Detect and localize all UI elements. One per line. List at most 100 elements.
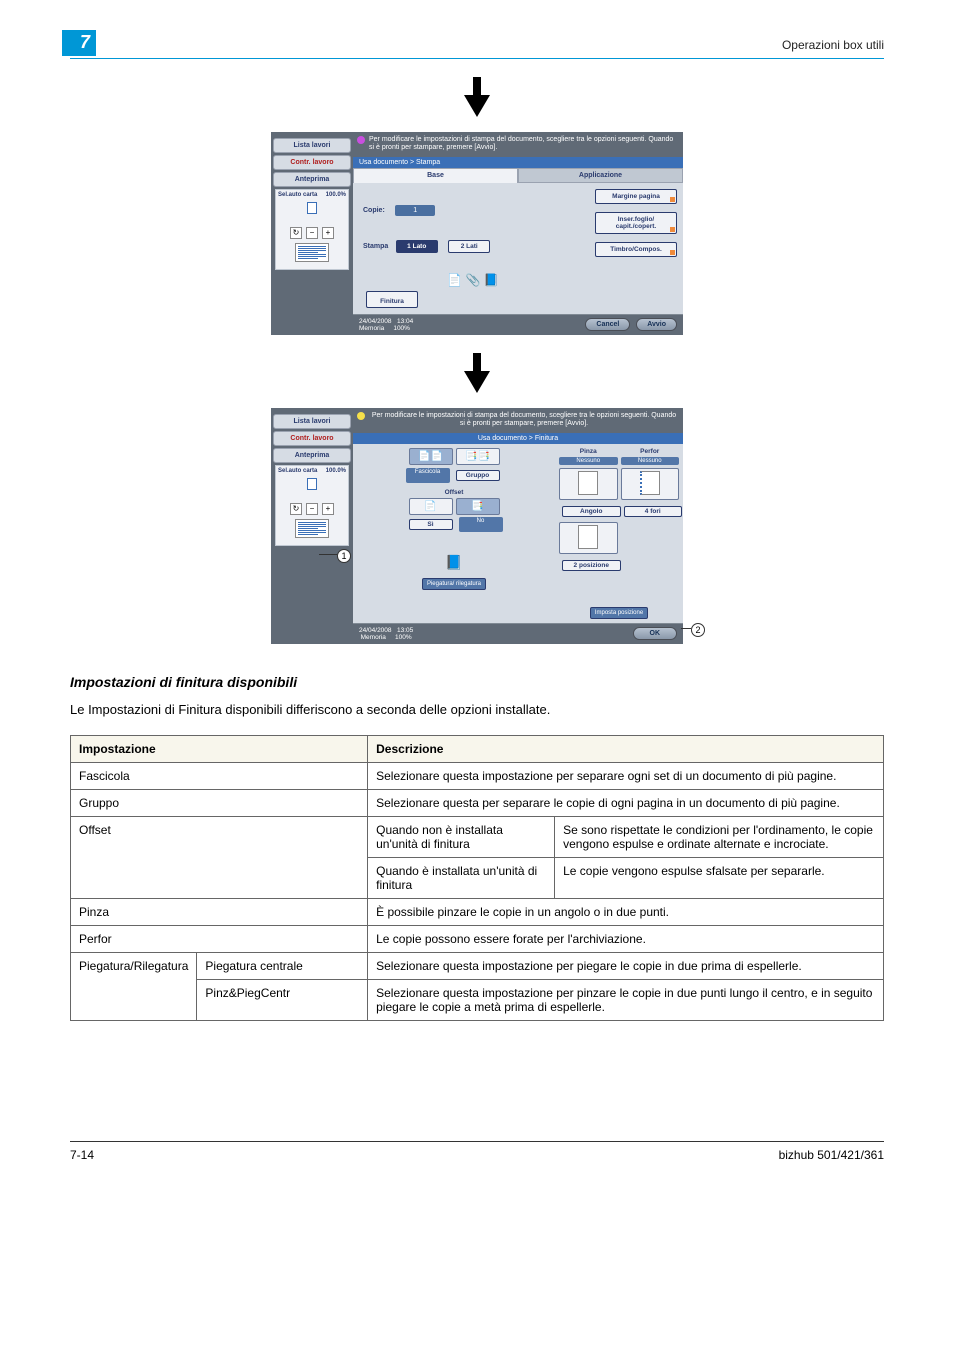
contr-lavoro-tab[interactable]: Contr. lavoro [273, 431, 351, 446]
cell: Selezionare questa per separare le copie… [368, 789, 884, 816]
chapter-tab: 7 [62, 30, 96, 56]
cell: Pinza [71, 898, 368, 925]
ok-button[interactable]: OK [633, 627, 678, 640]
footer-left: 7-14 [70, 1148, 94, 1162]
angolo-button[interactable]: Angolo [562, 506, 621, 517]
sel-auto-label: Sel.auto carta [278, 468, 317, 474]
si-button[interactable]: Sì [409, 519, 453, 530]
finitura-button[interactable]: Finitura [366, 291, 418, 308]
print-panel-finitura: Lista lavori Contr. lavoro Anteprima Sel… [271, 408, 683, 644]
zoom-in-icon[interactable]: + [322, 227, 334, 239]
pinza-preview-2[interactable] [559, 522, 618, 554]
section-body: Le Impostazioni di Finitura disponibili … [70, 702, 884, 717]
inser-button[interactable]: Inser.foglio/ capit./copert. [595, 212, 677, 234]
section-title: Impostazioni di finitura disponibili [70, 674, 884, 690]
zoom-out-icon[interactable]: − [306, 503, 318, 515]
page-icon [307, 202, 317, 214]
lista-lavori-tab[interactable]: Lista lavori [273, 138, 351, 153]
rotate-icon[interactable]: ↻ [290, 227, 302, 239]
stampa-label: Stampa [363, 243, 388, 250]
fascicola-icon[interactable]: 📄📄 [409, 448, 453, 465]
copie-label: Copie: [363, 207, 385, 214]
cell: Selezionare questa impostazione per pinz… [368, 979, 884, 1020]
instruction-bar: Per modificare le impostazioni di stampa… [353, 408, 683, 433]
arrow-down-icon [70, 77, 884, 124]
breadcrumb: Usa documento > Stampa [353, 157, 683, 168]
cell: Piegatura/Rilegatura [71, 952, 197, 1020]
zoom-pct: 100.0% [326, 468, 346, 474]
contr-lavoro-tab[interactable]: Contr. lavoro [273, 155, 351, 170]
page-icon [307, 478, 317, 490]
fori4-button[interactable]: 4 fori [624, 506, 683, 517]
offset-label: Offset [359, 489, 549, 496]
cell: Fascicola [71, 762, 368, 789]
settings-table: Impostazione Descrizione Fascicola Selez… [70, 735, 884, 1021]
opt-1lato[interactable]: 1 Lato [396, 240, 438, 253]
gruppo-button[interactable]: Gruppo [456, 470, 500, 481]
perfor-nessuno[interactable]: Nessuno [621, 457, 680, 465]
bullet-icon [357, 136, 365, 144]
rotate-icon[interactable]: ↻ [290, 503, 302, 515]
pinza-label: Pinza [559, 448, 618, 455]
offset-si-icon[interactable]: 📄 [409, 498, 453, 515]
margine-button[interactable]: Margine pagina [595, 189, 677, 204]
cell: Le copie vengono espulse sfalsate per se… [555, 857, 884, 898]
preview-thumb: Sel.auto carta 100.0% ↻−+ [275, 189, 349, 270]
imposta-posizione-button[interactable]: Imposta posizione [590, 607, 648, 619]
fascicola-button[interactable]: Fascicola [406, 468, 450, 483]
th-descrizione: Descrizione [368, 735, 884, 762]
preview-thumb: Sel.auto carta 100.0% ↻−+ [275, 465, 349, 546]
pinza-nessuno[interactable]: Nessuno [559, 457, 618, 465]
copie-value[interactable]: 1 [395, 205, 435, 216]
piegatura-button[interactable]: Piegatura/ rilegatura [422, 578, 486, 590]
header-title: Operazioni box utili [782, 38, 884, 52]
cell: Pinz&PiegCentr [197, 979, 368, 1020]
perfor-label: Perfor [621, 448, 680, 455]
cell: Quando è installata un'unità di finitura [368, 857, 555, 898]
perfor-preview[interactable] [621, 468, 680, 500]
cell: Offset [71, 816, 368, 898]
cell: Le copie possono essere forate per l'arc… [368, 925, 884, 952]
pos2-button[interactable]: 2 posizione [562, 560, 621, 571]
status-text: 24/04/2008 13:04 Memoria 100% [359, 318, 413, 332]
status-text: 24/04/2008 13:05 Memoria 100% [359, 627, 413, 641]
cell: Piegatura centrale [197, 952, 368, 979]
opt-2lati[interactable]: 2 Lati [448, 240, 490, 253]
offset-no-icon[interactable]: 📑 [456, 498, 500, 515]
th-impostazione: Impostazione [71, 735, 368, 762]
zoom-out-icon[interactable]: − [306, 227, 318, 239]
cell: Perfor [71, 925, 368, 952]
doc-preview [295, 519, 329, 538]
cancel-button[interactable]: Cancel [585, 318, 630, 331]
book-icon: 📘 [445, 554, 462, 570]
instruction-bar: Per modificare le impostazioni di stampa… [353, 132, 683, 157]
timbro-button[interactable]: Timbro/Compos. [595, 242, 677, 257]
tab-applicazione[interactable]: Applicazione [518, 168, 683, 183]
anteprima-tab[interactable]: Anteprima [273, 448, 351, 463]
cell: È possibile pinzare le copie in un angol… [368, 898, 884, 925]
cell: Gruppo [71, 789, 368, 816]
no-button[interactable]: No [459, 517, 503, 532]
cell: Quando non è installata un'unità di fini… [368, 816, 555, 857]
cell: Selezionare questa impostazione per sepa… [368, 762, 884, 789]
gruppo-icon[interactable]: 📑📑 [456, 448, 500, 465]
tab-base[interactable]: Base [353, 168, 518, 183]
breadcrumb: Usa documento > Finitura [353, 433, 683, 444]
cell: Selezionare questa impostazione per pieg… [368, 952, 884, 979]
arrow-down-icon [70, 353, 884, 400]
bullet-icon [357, 412, 365, 420]
callout-2: 2 [691, 623, 705, 637]
finitura-icons: 📄 📎 📘 [363, 273, 583, 287]
footer-right: bizhub 501/421/361 [779, 1148, 884, 1162]
anteprima-tab[interactable]: Anteprima [273, 172, 351, 187]
sel-auto-label: Sel.auto carta [278, 192, 317, 198]
cell: Se sono rispettate le condizioni per l'o… [555, 816, 884, 857]
lista-lavori-tab[interactable]: Lista lavori [273, 414, 351, 429]
avvio-button[interactable]: Avvio [636, 318, 677, 331]
callout-1: 1 [337, 549, 351, 563]
zoom-in-icon[interactable]: + [322, 503, 334, 515]
print-panel-base: Lista lavori Contr. lavoro Anteprima Sel… [271, 132, 683, 335]
pinza-preview[interactable] [559, 468, 618, 500]
doc-preview [295, 243, 329, 262]
zoom-pct: 100.0% [326, 192, 346, 198]
